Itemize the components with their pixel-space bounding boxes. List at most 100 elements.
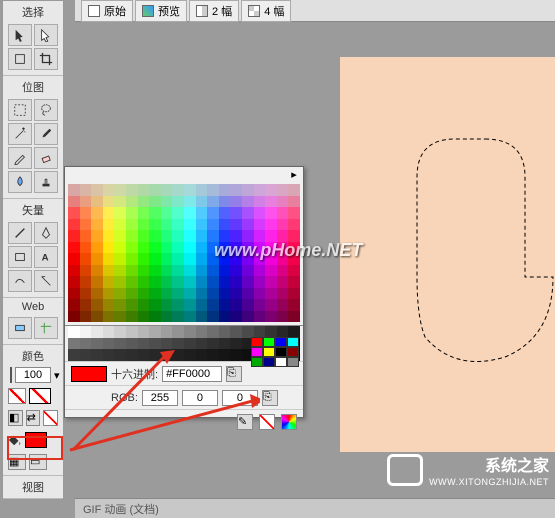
color-cell[interactable] <box>80 184 92 196</box>
canvas[interactable] <box>340 57 555 452</box>
color-cell[interactable] <box>149 184 161 196</box>
gray-cell[interactable] <box>207 338 219 350</box>
color-cell[interactable] <box>68 265 80 277</box>
color-cell[interactable] <box>91 311 103 323</box>
color-cell[interactable] <box>196 196 208 208</box>
color-cell[interactable] <box>161 219 173 231</box>
color-cell[interactable] <box>80 276 92 288</box>
color-cell[interactable] <box>172 288 184 300</box>
stroke-swatch[interactable] <box>29 388 51 404</box>
color-cell[interactable] <box>184 276 196 288</box>
color-cell[interactable] <box>80 288 92 300</box>
swap-colors-icon[interactable]: ⇄ <box>26 410 41 426</box>
color-cell[interactable] <box>219 207 231 219</box>
color-cell[interactable] <box>114 184 126 196</box>
color-cell[interactable] <box>103 207 115 219</box>
color-cell[interactable] <box>91 184 103 196</box>
gray-cell[interactable] <box>91 326 103 338</box>
color-cell[interactable] <box>114 207 126 219</box>
color-cell[interactable] <box>91 265 103 277</box>
color-cell[interactable] <box>138 184 150 196</box>
color-cell[interactable] <box>114 219 126 231</box>
color-cell[interactable] <box>230 276 242 288</box>
color-cell[interactable] <box>91 276 103 288</box>
brush-tool[interactable] <box>34 123 58 145</box>
color-cell[interactable] <box>288 196 300 208</box>
gray-cell[interactable] <box>172 338 184 350</box>
text-tool[interactable]: A <box>34 246 58 268</box>
color-cell[interactable] <box>103 219 115 231</box>
color-cell[interactable] <box>196 253 208 265</box>
color-cell[interactable] <box>126 184 138 196</box>
color-cell[interactable] <box>277 196 289 208</box>
opacity-swatch[interactable] <box>10 367 12 383</box>
color-cell[interactable] <box>161 242 173 254</box>
color-cell[interactable] <box>126 253 138 265</box>
color-cell[interactable] <box>277 276 289 288</box>
no-color-icon[interactable] <box>259 414 275 430</box>
color-cell[interactable] <box>149 288 161 300</box>
color-cell[interactable] <box>207 311 219 323</box>
color-cell[interactable] <box>172 184 184 196</box>
gray-cell[interactable] <box>219 338 231 350</box>
color-cell[interactable] <box>103 253 115 265</box>
gray-cell[interactable] <box>230 338 242 350</box>
color-cell[interactable] <box>91 288 103 300</box>
preset-swatch[interactable] <box>275 357 287 367</box>
color-cell[interactable] <box>68 196 80 208</box>
gray-cell[interactable] <box>68 338 80 350</box>
color-cell[interactable] <box>219 311 231 323</box>
color-cell[interactable] <box>161 230 173 242</box>
color-cell[interactable] <box>288 299 300 311</box>
rectangle-tool[interactable] <box>8 246 32 268</box>
gray-cell[interactable] <box>114 338 126 350</box>
color-cell[interactable] <box>126 311 138 323</box>
preset-swatch[interactable] <box>287 347 299 357</box>
color-cell[interactable] <box>126 219 138 231</box>
picker-menu-icon[interactable]: ▸ <box>287 168 301 180</box>
color-cell[interactable] <box>242 288 254 300</box>
color-cell[interactable] <box>114 265 126 277</box>
color-cell[interactable] <box>265 184 277 196</box>
color-cell[interactable] <box>230 219 242 231</box>
color-cell[interactable] <box>149 311 161 323</box>
color-cell[interactable] <box>114 276 126 288</box>
color-cell[interactable] <box>277 184 289 196</box>
color-cell[interactable] <box>138 276 150 288</box>
gray-cell[interactable] <box>242 326 254 338</box>
color-cell[interactable] <box>288 219 300 231</box>
color-cell[interactable] <box>91 299 103 311</box>
color-wheel-icon[interactable] <box>281 414 297 430</box>
gray-cell[interactable] <box>80 338 92 350</box>
gray-cell[interactable] <box>126 338 138 350</box>
color-cell[interactable] <box>230 184 242 196</box>
gray-cell[interactable] <box>196 326 208 338</box>
color-cell[interactable] <box>114 288 126 300</box>
crop-tool[interactable] <box>34 48 58 70</box>
dropdown-icon[interactable]: ▾ <box>54 369 60 382</box>
color-cell[interactable] <box>184 184 196 196</box>
color-cell[interactable] <box>114 253 126 265</box>
color-cell[interactable] <box>265 196 277 208</box>
color-cell[interactable] <box>161 207 173 219</box>
color-cell[interactable] <box>161 184 173 196</box>
preset-swatch[interactable] <box>287 337 299 347</box>
color-cell[interactable] <box>68 184 80 196</box>
color-cell[interactable] <box>114 196 126 208</box>
gray-cell[interactable] <box>277 326 289 338</box>
color-cell[interactable] <box>68 207 80 219</box>
color-cell[interactable] <box>114 230 126 242</box>
color-cell[interactable] <box>68 276 80 288</box>
color-cell[interactable] <box>184 265 196 277</box>
gray-cell[interactable] <box>254 326 266 338</box>
color-cell[interactable] <box>254 288 266 300</box>
color-cell[interactable] <box>149 265 161 277</box>
color-cell[interactable] <box>230 299 242 311</box>
color-cell[interactable] <box>254 184 266 196</box>
color-cell[interactable] <box>91 196 103 208</box>
color-cell[interactable] <box>172 299 184 311</box>
color-cell[interactable] <box>184 230 196 242</box>
freeform-tool[interactable] <box>8 270 32 292</box>
color-cell[interactable] <box>126 242 138 254</box>
color-cell[interactable] <box>103 288 115 300</box>
